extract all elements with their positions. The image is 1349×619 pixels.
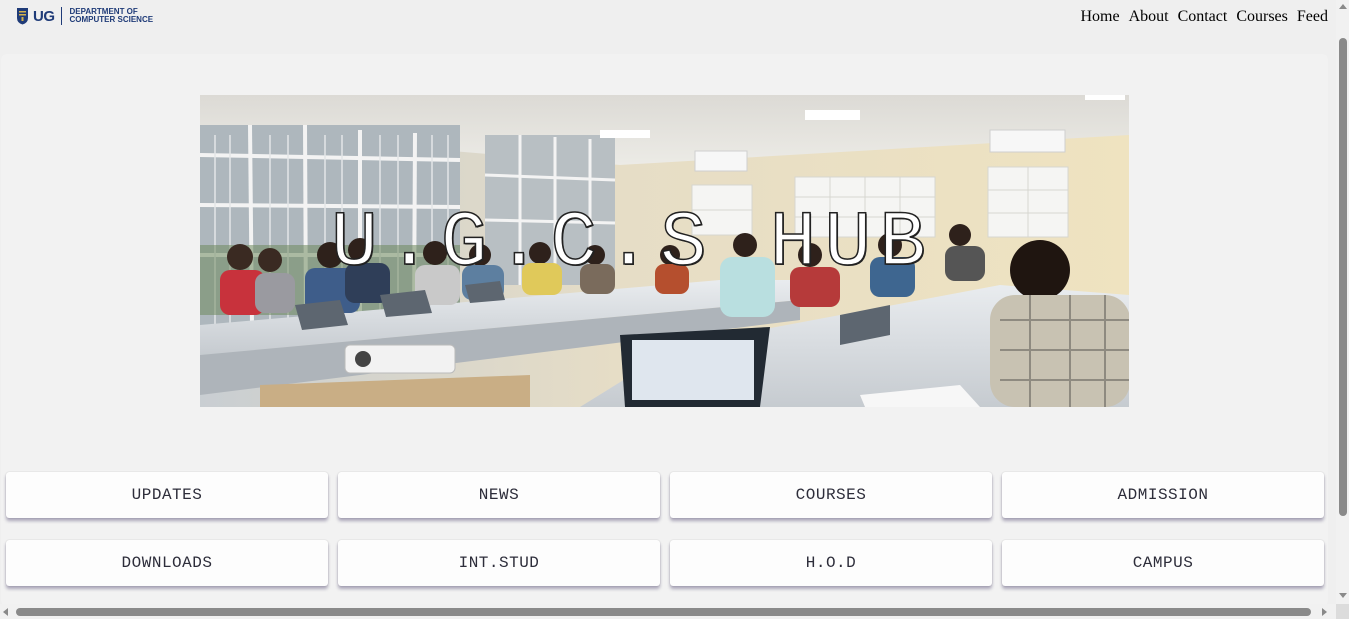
logo-department-text: DEPARTMENT OF COMPUTER SCIENCE — [70, 8, 154, 24]
courses-button[interactable]: COURSES — [670, 472, 992, 518]
nav-home-link[interactable]: Home — [1080, 8, 1119, 26]
nav-contact-link[interactable]: Contact — [1178, 8, 1228, 26]
news-button[interactable]: NEWS — [338, 472, 660, 518]
crest-icon — [17, 8, 28, 25]
scroll-left-icon[interactable] — [3, 608, 8, 616]
horizontal-scroll-thumb[interactable] — [16, 608, 1311, 616]
page: UG DEPARTMENT OF COMPUTER SCIENCE Home A… — [0, 0, 1349, 619]
scrollbar-corner — [1336, 604, 1349, 619]
horizontal-scrollbar[interactable] — [0, 604, 1336, 619]
admission-button[interactable]: ADMISSION — [1002, 472, 1324, 518]
scroll-right-icon[interactable] — [1322, 608, 1327, 616]
updates-button[interactable]: UPDATES — [6, 472, 328, 518]
campus-button[interactable]: CAMPUS — [1002, 540, 1324, 586]
hod-button[interactable]: H.O.D — [670, 540, 992, 586]
logo-line-2: COMPUTER SCIENCE — [69, 15, 154, 24]
scroll-up-icon[interactable] — [1339, 4, 1347, 9]
nav-courses-link[interactable]: Courses — [1236, 8, 1288, 26]
vertical-scrollbar[interactable] — [1336, 0, 1349, 604]
logo-short-text: UG — [33, 7, 55, 25]
hero-banner: U.G.C.S HUB — [200, 95, 1129, 407]
nav-feed-link[interactable]: Feed — [1297, 8, 1328, 26]
international-students-button[interactable]: INT.STUD — [338, 540, 660, 586]
downloads-button[interactable]: DOWNLOADS — [6, 540, 328, 586]
logo-divider — [60, 7, 62, 25]
top-nav: Home About Contact Courses Feed — [1080, 8, 1328, 26]
nav-about-link[interactable]: About — [1129, 8, 1169, 26]
scroll-down-icon[interactable] — [1339, 593, 1347, 598]
section-tiles: UPDATES NEWS COURSES ADMISSION DOWNLOADS… — [6, 472, 1324, 586]
hero-title: U.G.C.S HUB — [330, 199, 934, 289]
department-logo[interactable]: UG DEPARTMENT OF COMPUTER SCIENCE — [16, 7, 153, 25]
vertical-scroll-thumb[interactable] — [1339, 38, 1347, 516]
